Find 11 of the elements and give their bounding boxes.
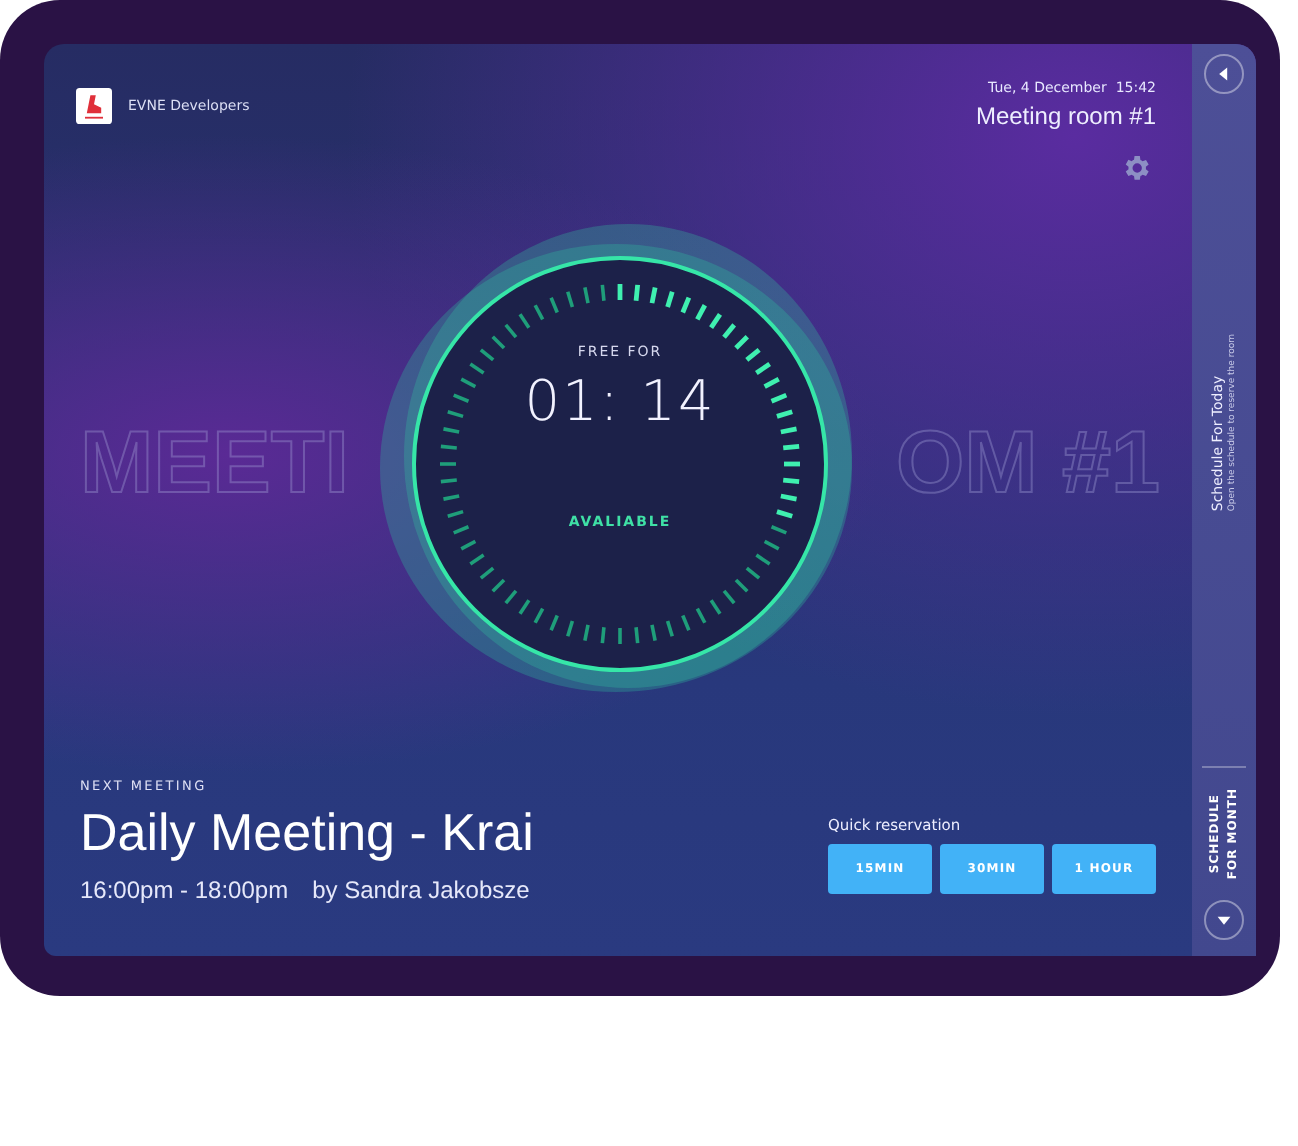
room-name: Meeting room #1 [975,102,1156,130]
meeting-title: Daily Meeting - Krai [80,802,534,864]
meeting-time: 16:00pm - 18:00pm [80,876,289,904]
caret-down-icon [1216,912,1232,928]
caret-left-icon [1216,66,1232,82]
meeting-organizer: by Sandra Jakobsze [312,876,530,904]
countdown-time: 01: 14 [524,367,716,433]
expand-button[interactable] [1204,54,1244,94]
settings-icon[interactable] [1120,152,1152,184]
logo-icon [76,88,112,124]
scroll-down-button[interactable] [1204,900,1244,940]
